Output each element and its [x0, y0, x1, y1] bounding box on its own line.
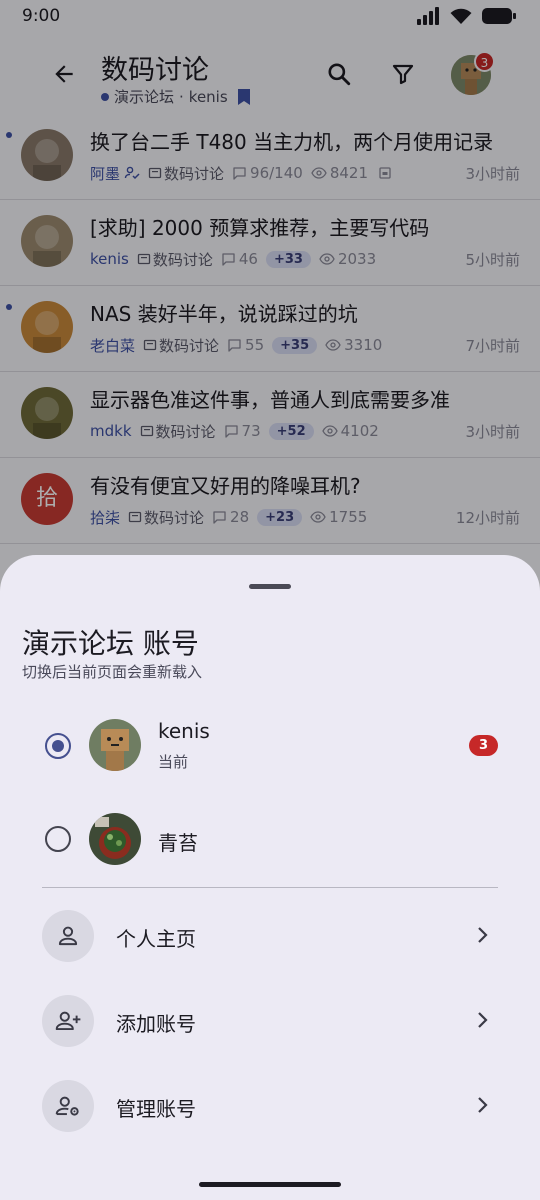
sheet-subtitle: 切换后当前页面会重新载入: [22, 663, 203, 681]
add-account-action[interactable]: 添加账号: [0, 986, 540, 1056]
radio-selected[interactable]: [45, 733, 71, 759]
account-item-kenis[interactable]: kenis 当前 3: [0, 705, 540, 785]
action-label: 个人主页: [116, 927, 196, 951]
sheet-title: 演示论坛 账号: [22, 627, 199, 660]
account-avatar: [89, 719, 141, 771]
person-add-icon-container: [42, 995, 94, 1047]
account-name: kenis: [158, 719, 210, 743]
account-badge: 3: [469, 735, 498, 756]
chevron-right-icon: [478, 927, 488, 943]
account-bottom-sheet: 演示论坛 账号 切换后当前页面会重新载入 kenis 当前 3 青苔 个人主页 …: [0, 555, 540, 1200]
chevron-right-icon: [478, 1012, 488, 1028]
person-icon-container: [42, 910, 94, 962]
avatar: [89, 813, 141, 865]
manage-accounts-action[interactable]: 管理账号: [0, 1071, 540, 1141]
radio-dot: [52, 740, 64, 752]
person-icon: [58, 926, 78, 946]
chevron-right-icon: [478, 1097, 488, 1113]
person-add-icon: [55, 1011, 81, 1031]
drag-handle[interactable]: [249, 584, 291, 589]
action-label: 添加账号: [116, 1012, 196, 1036]
sheet-divider: [42, 887, 498, 888]
radio-unselected[interactable]: [45, 826, 71, 852]
account-item-qingtai[interactable]: 青苔: [0, 799, 540, 879]
account-name: 青苔: [158, 831, 198, 855]
action-label: 管理账号: [116, 1097, 196, 1121]
manage-accounts-icon-container: [42, 1080, 94, 1132]
account-status: 当前: [158, 753, 189, 771]
manage-accounts-icon: [55, 1096, 79, 1116]
home-indicator[interactable]: [199, 1182, 341, 1187]
avatar: [89, 719, 141, 771]
account-avatar: [89, 813, 141, 865]
profile-action[interactable]: 个人主页: [0, 901, 540, 971]
forum-page: 9:00 数码讨论 演示论坛 · kenis 3 换了台二手 T480 当主力机…: [0, 0, 540, 1200]
